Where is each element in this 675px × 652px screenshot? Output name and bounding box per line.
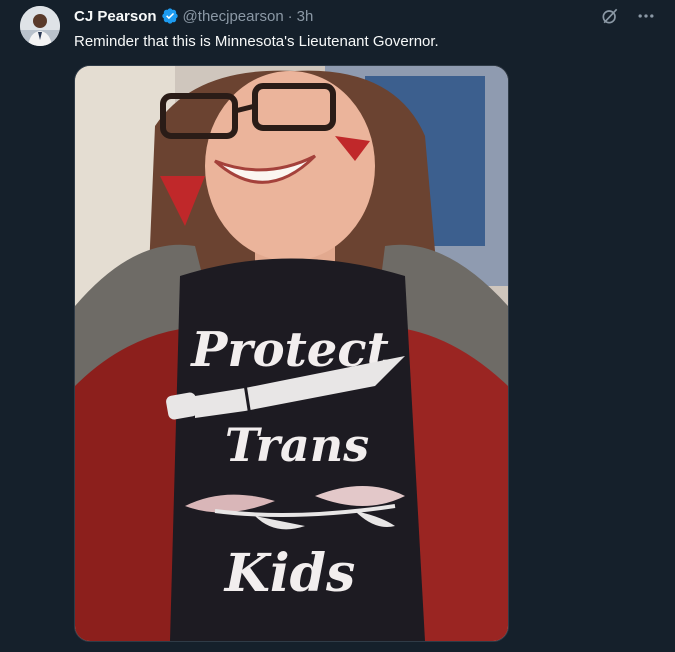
shirt-text-line-2: Trans (225, 418, 369, 472)
shirt-text-line-3: Kids (223, 543, 356, 604)
author-handle[interactable]: @thecjpearson (183, 8, 284, 25)
tweet-header: CJ Pearson @thecjpearson · 3h (74, 5, 313, 27)
tweet-photo[interactable]: Protect Trans Kids (74, 65, 509, 642)
grok-icon[interactable] (599, 5, 621, 27)
separator-dot: · (287, 7, 293, 25)
timestamp[interactable]: 3h (297, 8, 314, 25)
tweet-actions (599, 5, 657, 27)
avatar-image (20, 6, 60, 46)
tweet-text: Reminder that this is Minnesota's Lieute… (74, 33, 439, 50)
tweet: CJ Pearson @thecjpearson · 3h Reminder t… (0, 0, 675, 652)
author-name[interactable]: CJ Pearson (74, 8, 157, 25)
more-icon[interactable] (635, 5, 657, 27)
avatar[interactable] (20, 6, 60, 46)
photo-image: Protect Trans Kids (75, 66, 508, 641)
verified-badge-icon (161, 7, 179, 25)
